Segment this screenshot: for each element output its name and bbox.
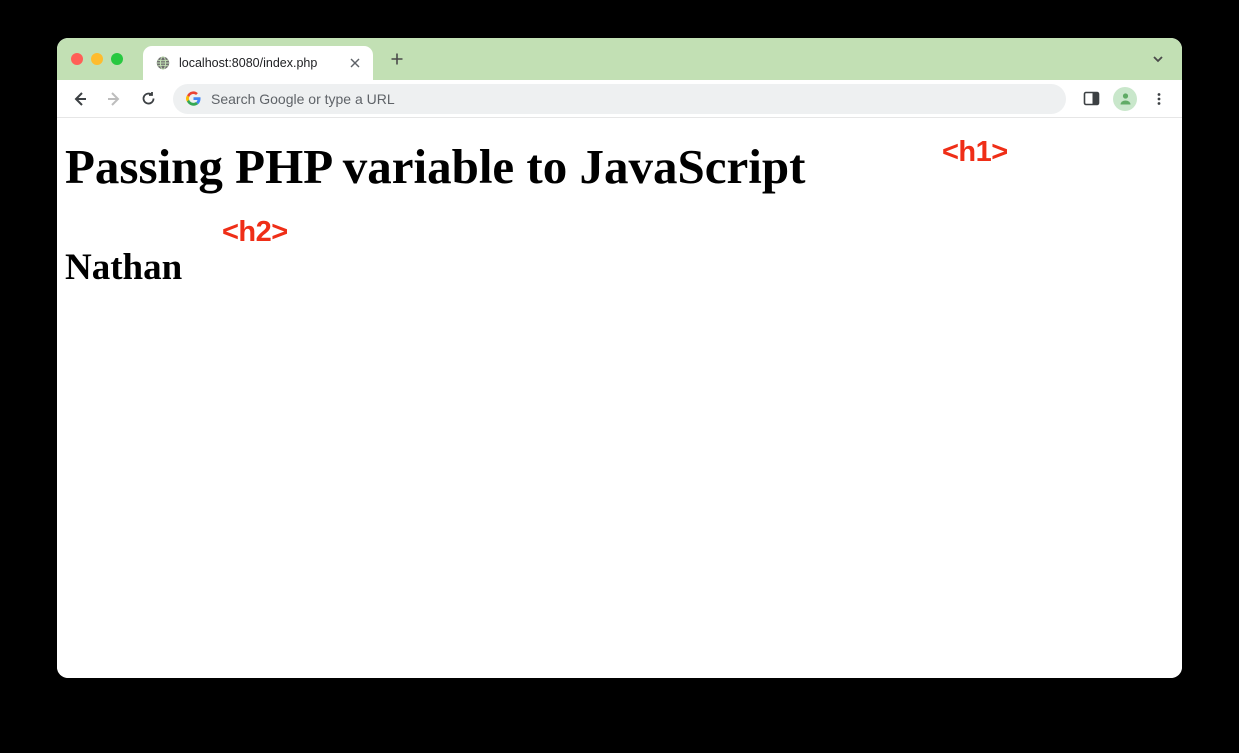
annotation-h2-label: <h2> — [222, 216, 288, 249]
plus-icon — [390, 52, 404, 66]
close-tab-button[interactable] — [347, 55, 363, 71]
window-controls — [71, 38, 123, 80]
reload-button[interactable] — [133, 84, 163, 114]
tab-search-button[interactable] — [1144, 45, 1172, 73]
minimize-window-button[interactable] — [91, 53, 103, 65]
browser-toolbar: Search Google or type a URL — [57, 80, 1182, 118]
address-bar-placeholder: Search Google or type a URL — [211, 91, 1054, 107]
avatar-circle — [1113, 87, 1137, 111]
panel-icon — [1083, 90, 1100, 107]
back-button[interactable] — [65, 84, 95, 114]
browser-tab[interactable]: localhost:8080/index.php — [143, 46, 373, 80]
close-icon — [350, 58, 360, 68]
address-bar[interactable]: Search Google or type a URL — [173, 84, 1066, 114]
chrome-menu-button[interactable] — [1144, 84, 1174, 114]
page-viewport: Passing PHP variable to JavaScript Natha… — [57, 118, 1182, 678]
tab-strip: localhost:8080/index.php — [57, 38, 1182, 80]
person-icon — [1118, 91, 1133, 106]
profile-avatar-button[interactable] — [1110, 84, 1140, 114]
google-g-icon — [185, 91, 201, 107]
kebab-icon — [1152, 92, 1166, 106]
page-heading-2: Nathan — [65, 248, 1174, 289]
reload-icon — [140, 90, 157, 107]
forward-button[interactable] — [99, 84, 129, 114]
globe-icon — [155, 55, 171, 71]
chevron-down-icon — [1151, 52, 1165, 66]
arrow-right-icon — [105, 90, 123, 108]
new-tab-button[interactable] — [383, 45, 411, 73]
arrow-left-icon — [71, 90, 89, 108]
browser-window: localhost:8080/index.php — [57, 38, 1182, 678]
close-window-button[interactable] — [71, 53, 83, 65]
maximize-window-button[interactable] — [111, 53, 123, 65]
annotation-h1-label: <h1> — [942, 136, 1008, 169]
side-panel-button[interactable] — [1076, 84, 1106, 114]
tab-title: localhost:8080/index.php — [179, 56, 339, 70]
